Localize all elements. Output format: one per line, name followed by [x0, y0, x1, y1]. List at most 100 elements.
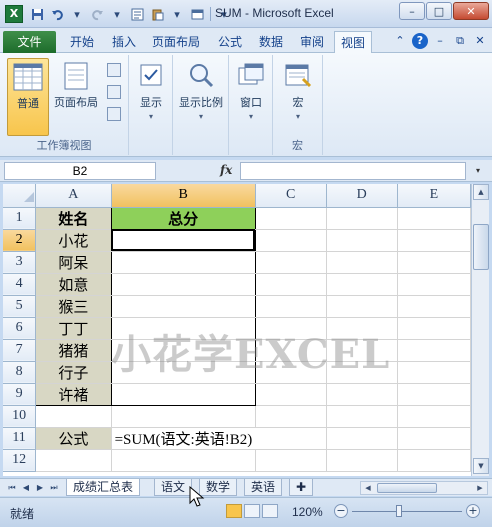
page-break-preview-icon[interactable] [107, 63, 121, 77]
undo-icon[interactable] [48, 5, 66, 23]
page-layout-view-icon[interactable] [244, 504, 260, 518]
row-header[interactable]: 6 [3, 317, 37, 340]
custom-views-icon[interactable] [107, 85, 121, 99]
cell[interactable] [326, 273, 398, 296]
insert-sheet-icon[interactable]: ✚ [289, 479, 313, 496]
scroll-right-icon[interactable]: ▶ [474, 482, 486, 494]
normal-view-button[interactable]: 普通 [7, 58, 49, 136]
zoom-out-button[interactable]: − [334, 504, 348, 518]
form-view-icon[interactable] [188, 5, 206, 23]
save-icon[interactable] [28, 5, 46, 23]
minimize-button[interactable]: – [399, 2, 425, 20]
cell-a2[interactable]: 小花 [35, 229, 112, 252]
cell[interactable] [326, 427, 398, 450]
active-cell-b2[interactable] [111, 229, 256, 252]
cell-a6[interactable]: 丁丁 [35, 317, 112, 340]
zoom-in-button[interactable]: + [466, 504, 480, 518]
redo-icon[interactable] [88, 5, 106, 23]
tab-view[interactable]: 视图 [334, 31, 373, 54]
zoom-slider-handle[interactable] [396, 505, 402, 517]
zoom-slider-track[interactable] [352, 511, 462, 512]
macros-button[interactable]: 宏 ▾ [277, 58, 319, 136]
cell-b7[interactable] [111, 339, 256, 362]
cell-a12[interactable] [35, 449, 112, 472]
tab-home[interactable]: 开始 [64, 31, 100, 53]
zoom-button[interactable]: 显示比例 ▾ [175, 58, 227, 136]
row-header[interactable]: 11 [3, 427, 37, 450]
tab-formulas[interactable]: 公式 [212, 31, 248, 53]
scroll-left-icon[interactable]: ◀ [362, 482, 374, 494]
cell[interactable] [326, 317, 398, 340]
cell[interactable] [326, 361, 398, 384]
cell[interactable] [255, 207, 327, 230]
cell[interactable] [397, 339, 471, 362]
cell-b10[interactable] [111, 405, 256, 428]
close-workbook-icon[interactable]: ✕ [472, 33, 488, 49]
horizontal-scrollbar[interactable]: ◀ ▶ [360, 481, 488, 495]
row-header[interactable]: 9 [3, 383, 37, 406]
cell[interactable] [255, 427, 327, 450]
cell[interactable] [326, 207, 398, 230]
row-header[interactable]: 7 [3, 339, 37, 362]
cell[interactable] [255, 229, 327, 252]
cell[interactable] [255, 339, 327, 362]
cell[interactable] [326, 229, 398, 252]
scroll-down-icon[interactable]: ▼ [473, 458, 489, 474]
tab-page-layout[interactable]: 页面布局 [146, 31, 206, 53]
cell-b12[interactable] [111, 449, 256, 472]
row-header[interactable]: 2 [3, 229, 37, 252]
cell[interactable] [326, 339, 398, 362]
select-all-corner[interactable] [3, 184, 37, 208]
cell[interactable] [255, 361, 327, 384]
cell[interactable] [255, 405, 327, 428]
show-button[interactable]: 显示 ▾ [130, 58, 172, 136]
expand-formula-bar-icon[interactable]: ▾ [471, 164, 485, 178]
page-layout-view-button[interactable]: 页面布局 [52, 58, 100, 136]
tab-data[interactable]: 数据 [253, 31, 289, 53]
chevron-down-icon[interactable]: ▾ [68, 5, 86, 23]
cell-a11[interactable]: 公式 [35, 427, 112, 450]
cell[interactable] [397, 405, 471, 428]
scroll-thumb[interactable] [473, 224, 489, 270]
scroll-thumb[interactable] [377, 483, 437, 493]
first-sheet-icon[interactable]: ⏮ [6, 482, 18, 494]
full-screen-icon[interactable] [107, 107, 121, 121]
cell-a5[interactable]: 猴三 [35, 295, 112, 318]
collapse-ribbon-icon[interactable]: ⌃ [392, 33, 408, 49]
cell-b11-formula-text[interactable]: =SUM(语文:英语!B2) [111, 427, 256, 450]
zoom-level[interactable]: 120% [292, 505, 323, 519]
cell[interactable] [326, 383, 398, 406]
formula-input[interactable] [240, 162, 466, 180]
form-icon[interactable] [128, 5, 146, 23]
row-header[interactable]: 5 [3, 295, 37, 318]
cell-b9[interactable] [111, 383, 256, 406]
cell-b4[interactable] [111, 273, 256, 296]
sheet-tab-english[interactable]: 英语 [244, 479, 283, 496]
prev-sheet-icon[interactable]: ◀ [20, 482, 32, 494]
cell-a3[interactable]: 阿呆 [35, 251, 112, 274]
cell[interactable] [397, 361, 471, 384]
last-sheet-icon[interactable]: ⏭ [48, 482, 60, 494]
cell[interactable] [255, 295, 327, 318]
cell-b8[interactable] [111, 361, 256, 384]
restore-button[interactable]: □ [426, 2, 452, 20]
cell[interactable] [397, 317, 471, 340]
column-header-a[interactable]: A [35, 184, 112, 208]
row-header[interactable]: 10 [3, 405, 37, 428]
close-button[interactable]: ✕ [453, 2, 489, 20]
cell[interactable] [397, 273, 471, 296]
cell[interactable] [397, 383, 471, 406]
cell[interactable] [397, 427, 471, 450]
scroll-up-icon[interactable]: ▲ [473, 184, 489, 200]
column-header-e[interactable]: E [397, 184, 471, 208]
cell-b1[interactable]: 总分 [111, 206, 256, 230]
cell-b3[interactable] [111, 251, 256, 274]
cell-a4[interactable]: 如意 [35, 273, 112, 296]
cell[interactable] [255, 273, 327, 296]
column-header-c[interactable]: C [255, 184, 327, 208]
help-icon[interactable]: ? [412, 33, 428, 49]
tab-file[interactable]: 文件 [3, 31, 56, 53]
row-header[interactable]: 3 [3, 251, 37, 274]
tab-insert[interactable]: 插入 [106, 31, 142, 53]
row-header[interactable]: 1 [3, 207, 37, 230]
